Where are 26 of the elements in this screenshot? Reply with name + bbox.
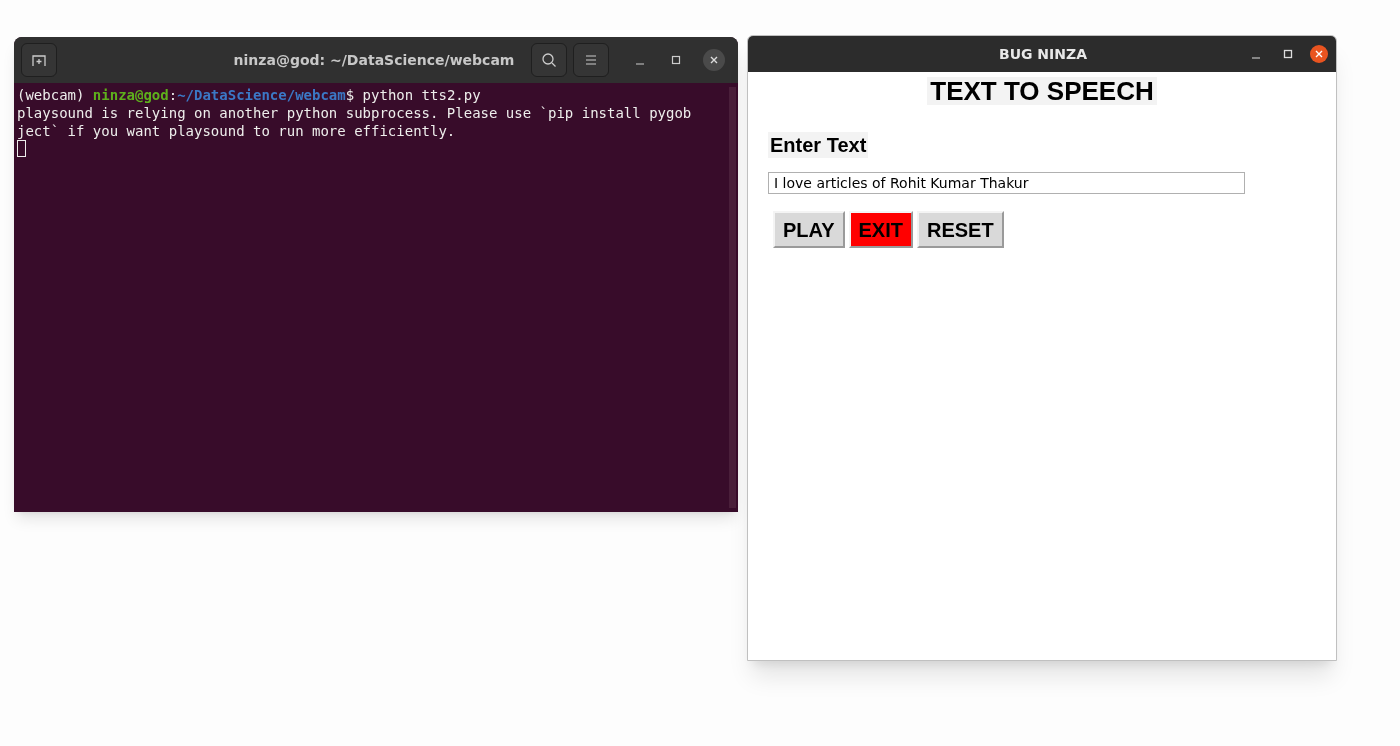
new-tab-button[interactable]	[21, 43, 57, 77]
cursor	[17, 140, 26, 157]
search-button[interactable]	[531, 43, 567, 77]
action-button[interactable]: RESET	[916, 211, 1004, 248]
heading: TEXT TO SPEECH	[927, 77, 1157, 105]
terminal-line: ject` if you want playsound to run more efficiently.	[17, 122, 457, 140]
close-button[interactable]	[1310, 45, 1328, 63]
menu-button[interactable]	[573, 43, 609, 77]
terminal-line: playsound is relying on another python subprocess. Please use `pip install pygob	[17, 104, 693, 122]
minimize-icon	[635, 63, 645, 65]
close-icon	[709, 55, 719, 65]
terminal-line: (webcam) ninza@god:~/DataScience/webcam$ python tts2.py	[17, 86, 482, 104]
enter-text-label: Enter Text	[768, 132, 869, 158]
maximize-icon	[671, 55, 681, 65]
close-icon	[1314, 49, 1324, 59]
window-title: ninza@god: ~/DataScience/webcam	[232, 50, 516, 70]
window-title: BUG NINZA	[997, 44, 1088, 64]
text-input-field[interactable]: I love articles of Rohit Kumar Thakur	[768, 172, 1245, 194]
new-tab-icon	[31, 52, 47, 68]
search-icon	[541, 52, 557, 68]
maximize-icon	[1283, 49, 1293, 59]
menu-icon	[584, 54, 598, 66]
close-button[interactable]	[703, 49, 725, 71]
minimize-icon	[1251, 57, 1261, 59]
action-button[interactable]: PLAY	[773, 211, 845, 248]
action-button[interactable]: EXIT	[848, 211, 913, 248]
